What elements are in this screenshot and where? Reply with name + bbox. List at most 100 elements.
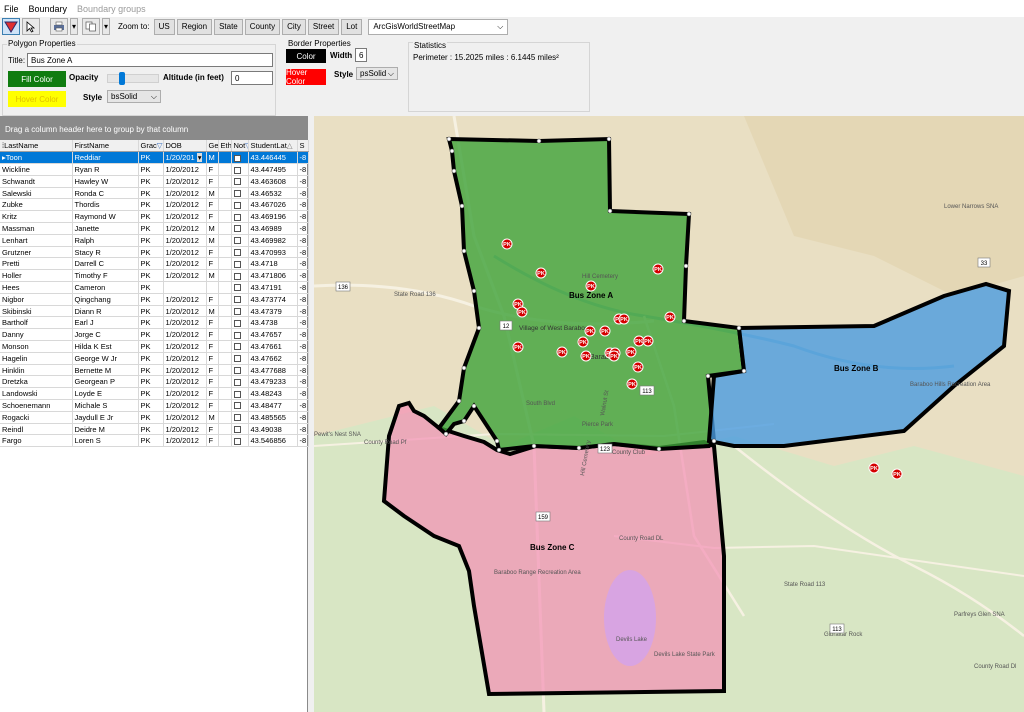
- table-cell[interactable]: 1/20/2012: [163, 387, 207, 401]
- notes-checkbox[interactable]: [233, 249, 241, 257]
- table-cell[interactable]: Jaydull E Jr: [72, 411, 139, 424]
- table-cell[interactable]: [231, 210, 249, 224]
- table-cell[interactable]: [231, 399, 249, 412]
- notes-checkbox[interactable]: [233, 367, 241, 375]
- table-cell[interactable]: [231, 340, 249, 353]
- table-cell[interactable]: PK: [138, 293, 164, 306]
- table-cell[interactable]: Grutzner: [0, 246, 73, 259]
- table-cell[interactable]: Nigbor: [0, 293, 73, 306]
- print-button[interactable]: [50, 18, 68, 35]
- table-cell[interactable]: PK: [138, 187, 164, 200]
- opacity-slider-thumb[interactable]: [119, 72, 125, 85]
- table-cell[interactable]: 43.473774: [248, 293, 298, 306]
- table-cell[interactable]: -8: [297, 411, 309, 424]
- table-cell[interactable]: [231, 246, 249, 259]
- table-cell[interactable]: F: [206, 387, 219, 401]
- table-row[interactable]: Hees Cameron PK 43.47191 -8: [0, 281, 309, 294]
- table-cell[interactable]: F: [206, 328, 219, 342]
- table-cell[interactable]: Hawley W: [72, 175, 139, 188]
- table-cell[interactable]: -8: [297, 234, 309, 247]
- student-pk-marker[interactable]: PK: [516, 306, 528, 318]
- table-cell[interactable]: 43.47657: [248, 328, 298, 342]
- table-cell[interactable]: [218, 434, 232, 448]
- notes-checkbox[interactable]: [233, 166, 241, 174]
- column-header-lastname[interactable]: ⁞LastName: [0, 140, 73, 153]
- table-cell[interactable]: [218, 198, 232, 212]
- table-cell[interactable]: PK: [138, 246, 164, 259]
- table-cell[interactable]: 1/20/2012: [163, 246, 207, 259]
- table-row[interactable]: Skibinski Diann R PK 1/20/2012 M 43.47379 -8: [0, 305, 309, 318]
- table-cell[interactable]: 1/20/2012: [163, 340, 207, 353]
- table-cell[interactable]: 43.470993: [248, 246, 298, 259]
- student-pk-marker[interactable]: PK: [584, 325, 596, 337]
- table-cell[interactable]: 1/20/2012: [163, 399, 207, 412]
- table-cell[interactable]: Thordis: [72, 198, 139, 212]
- table-cell[interactable]: [231, 375, 249, 389]
- table-row[interactable]: Hinklin Bernette M PK 1/20/2012 F 43.477688 -8: [0, 364, 309, 377]
- table-cell[interactable]: [231, 187, 249, 200]
- student-pk-marker[interactable]: PK: [501, 238, 513, 250]
- table-cell[interactable]: [218, 234, 232, 247]
- notes-checkbox[interactable]: [233, 402, 241, 410]
- student-pk-marker[interactable]: PK: [625, 346, 637, 358]
- table-cell[interactable]: 43.546856: [248, 434, 298, 448]
- table-cell[interactable]: F: [206, 352, 219, 365]
- table-cell[interactable]: Zubke: [0, 198, 73, 212]
- table-cell[interactable]: F: [206, 257, 219, 271]
- table-cell[interactable]: Reindl: [0, 423, 73, 436]
- table-cell[interactable]: [218, 222, 232, 235]
- table-cell[interactable]: 1/20/2012: [163, 434, 207, 448]
- table-cell[interactable]: -8: [297, 375, 309, 389]
- notes-checkbox[interactable]: [233, 154, 241, 162]
- table-cell[interactable]: [231, 269, 249, 283]
- table-cell[interactable]: Deidre M: [72, 423, 139, 436]
- student-pk-marker[interactable]: PK: [585, 280, 597, 292]
- fill-color-button[interactable]: Fill Color: [8, 71, 66, 87]
- table-cell[interactable]: -8: [297, 316, 309, 330]
- table-cell[interactable]: 1/20/2012: [163, 198, 207, 212]
- border-style-select[interactable]: psSolid ⌵: [356, 67, 398, 80]
- table-cell[interactable]: Ralph: [72, 234, 139, 247]
- table-cell[interactable]: M: [206, 269, 219, 283]
- table-row[interactable]: Nigbor Qingchang PK 1/20/2012 F 43.473774 -8: [0, 293, 309, 306]
- group-by-area[interactable]: Drag a column header here to group by th…: [0, 116, 307, 140]
- table-cell[interactable]: -8: [297, 163, 309, 176]
- table-cell[interactable]: PK: [138, 163, 164, 176]
- table-cell[interactable]: -8: [297, 305, 309, 318]
- table-row[interactable]: Fargo Loren S PK 1/20/2012 F 43.546856 -8: [0, 434, 309, 448]
- table-cell[interactable]: 43.46989: [248, 222, 298, 235]
- table-cell[interactable]: [218, 269, 232, 283]
- table-cell[interactable]: PK: [138, 328, 164, 342]
- table-cell[interactable]: PK: [138, 399, 164, 412]
- table-row[interactable]: Salewski Ronda C PK 1/20/2012 M 43.46532 -8: [0, 187, 309, 200]
- student-pk-marker[interactable]: PK: [577, 336, 589, 348]
- table-cell[interactable]: -8: [297, 246, 309, 259]
- table-cell[interactable]: -8: [297, 187, 309, 200]
- select-pointer-button[interactable]: [22, 18, 40, 35]
- table-cell[interactable]: Qingchang: [72, 293, 139, 306]
- notes-checkbox[interactable]: [233, 355, 241, 363]
- table-cell[interactable]: -8: [297, 340, 309, 353]
- table-cell[interactable]: [218, 305, 232, 318]
- table-cell[interactable]: [218, 187, 232, 200]
- table-cell[interactable]: 43.47191: [248, 281, 298, 294]
- table-cell[interactable]: Pretti: [0, 257, 73, 271]
- table-cell[interactable]: F: [206, 175, 219, 188]
- table-cell[interactable]: Salewski: [0, 187, 73, 200]
- table-row[interactable]: Landowski Loyde E PK 1/20/2012 F 43.48243 -8: [0, 387, 309, 401]
- table-cell[interactable]: Kritz: [0, 210, 73, 224]
- table-cell[interactable]: [231, 316, 249, 330]
- table-cell[interactable]: PK: [138, 364, 164, 377]
- table-cell[interactable]: Rogacki: [0, 411, 73, 424]
- table-cell[interactable]: Ronda C: [72, 187, 139, 200]
- table-cell[interactable]: Georgean P: [72, 375, 139, 389]
- table-cell[interactable]: 1/20/201 ▾: [163, 151, 207, 165]
- notes-checkbox[interactable]: [233, 296, 241, 304]
- table-cell[interactable]: Landowski: [0, 387, 73, 401]
- table-cell[interactable]: M: [206, 234, 219, 247]
- table-row[interactable]: ▸Toon Reddiar PK 1/20/201 ▾ M 43.446445 -8: [0, 151, 309, 165]
- table-cell[interactable]: M: [206, 222, 219, 235]
- table-cell[interactable]: 43.485565: [248, 411, 298, 424]
- table-cell[interactable]: Hees: [0, 281, 73, 294]
- table-cell[interactable]: Ryan R: [72, 163, 139, 176]
